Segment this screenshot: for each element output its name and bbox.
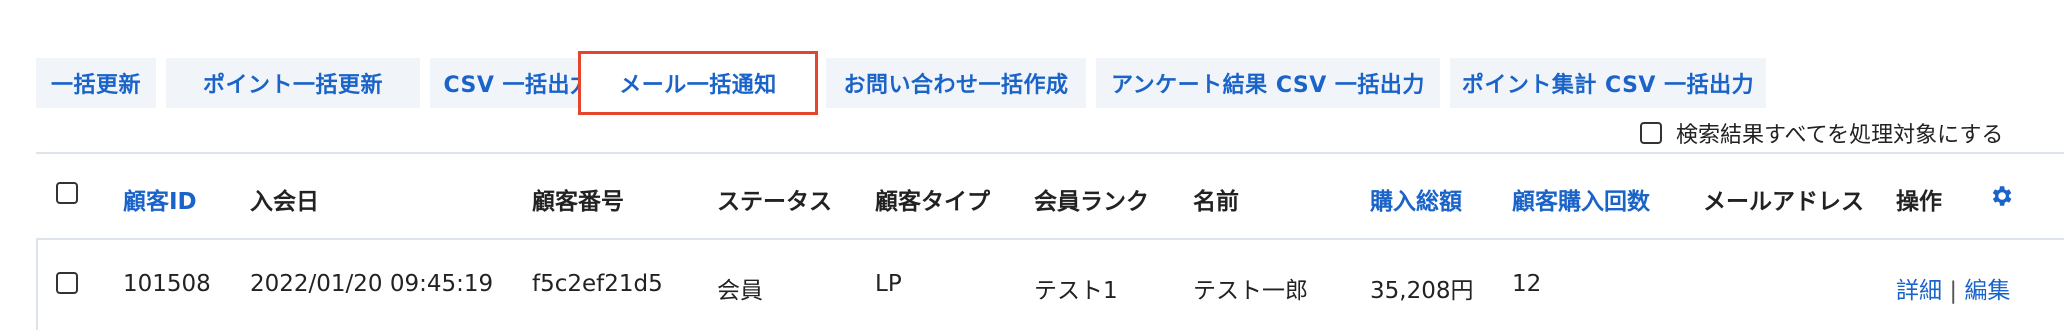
header-customer-id[interactable]: 顧客ID	[123, 182, 197, 216]
detail-link[interactable]: 詳細	[1896, 278, 1942, 304]
cell-name: テスト一郎	[1193, 278, 1308, 304]
cell-member-rank: テスト1	[1034, 278, 1118, 304]
header-customer-number: 顧客番号	[532, 189, 624, 215]
header-status: ステータス	[717, 189, 832, 215]
header-divider	[36, 238, 2064, 240]
select-all-label: 検索結果すべてを処理対象にする	[1676, 123, 2004, 148]
row-checkbox[interactable]	[56, 272, 78, 294]
select-all-checkbox[interactable]	[1640, 122, 1662, 144]
cell-customer-id: 101508	[123, 271, 211, 297]
cell-customer-number: f5c2ef21d5	[532, 271, 663, 297]
bulk-mail-notify-button[interactable]: メール一括通知	[578, 51, 818, 115]
header-actions: 操作	[1896, 189, 1942, 215]
header-name: 名前	[1193, 189, 1239, 215]
select-all-results[interactable]: 検索結果すべてを処理対象にする	[1640, 117, 2003, 149]
gear-icon[interactable]	[1988, 183, 2014, 209]
bulk-point-update-button[interactable]: ポイント一括更新	[166, 58, 420, 108]
cell-purchase-count: 12	[1512, 271, 1542, 297]
bulk-survey-csv-export-button[interactable]: アンケート結果 CSV 一括出力	[1096, 58, 1440, 108]
customer-list-page: 一括更新 ポイント一括更新 CSV 一括出力 メール一括通知 お問い合わせ一括作…	[0, 0, 2064, 330]
header-total-purchase[interactable]: 購入総額	[1370, 182, 1462, 216]
header-member-rank: 会員ランク	[1034, 189, 1149, 215]
header-checkbox[interactable]	[56, 182, 78, 204]
cell-join-date: 2022/01/20 09:45:19	[250, 271, 494, 297]
bulk-update-button[interactable]: 一括更新	[36, 58, 156, 108]
header-join-date: 入会日	[250, 189, 319, 215]
bulk-inquiry-create-button[interactable]: お問い合わせ一括作成	[826, 58, 1086, 108]
action-separator: |	[1949, 278, 1958, 304]
cell-total-purchase: 35,208円	[1370, 278, 1474, 304]
edit-link[interactable]: 編集	[1964, 278, 2010, 304]
cell-status: 会員	[717, 278, 763, 304]
header-email: メールアドレス	[1703, 189, 1864, 215]
bulk-point-summary-csv-export-button[interactable]: ポイント集計 CSV 一括出力	[1450, 58, 1766, 108]
cell-actions: 詳細 | 編集	[1896, 271, 2010, 305]
header-purchase-count[interactable]: 顧客購入回数	[1512, 182, 1650, 216]
cell-customer-type: LP	[875, 271, 902, 297]
header-customer-type: 顧客タイプ	[875, 189, 990, 215]
table-top-border	[36, 152, 2064, 154]
table-left-border	[36, 240, 38, 330]
